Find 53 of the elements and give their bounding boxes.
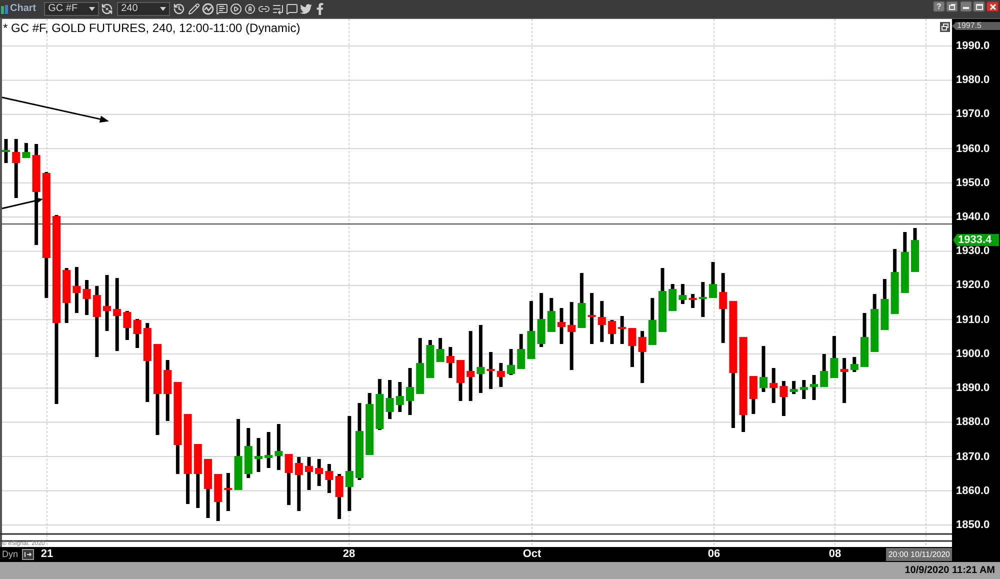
price-tick-label: 1850.0 [956,518,990,531]
price-tick-label: 1970.0 [956,108,990,120]
price-tick-label: 1920.0 [956,279,990,292]
wave-circle-icon[interactable] [202,3,214,15]
axis-mode-label: Dyn [2,549,18,560]
cursor-time-tag: 20:00 10/11/2020 [886,548,952,561]
speech-bubble-icon[interactable] [286,3,298,15]
caret-icon[interactable] [160,7,166,11]
list-icon[interactable] [272,3,284,15]
bird-icon[interactable] [300,3,312,15]
top-price-tag: 1997.5 [952,22,1000,30]
restore-icon[interactable] [940,22,950,32]
letter-a-icon[interactable] [244,3,256,15]
link-icon[interactable] [258,3,270,15]
restore-button[interactable] [946,1,958,12]
close-icon[interactable] [990,4,996,10]
chart-app-icon [1,4,8,14]
price-tick-label: 1980.0 [956,74,990,86]
last-price-tag: 1933.4 [953,234,999,246]
price-tick-label: 1860.0 [956,484,990,497]
chart-title: * GC #F, GOLD FUTURES, 240, 12:00-11:00 (Dynamic) [3,21,300,35]
price-tick-label: 1990.0 [956,40,990,52]
time-tick-label: 28 [342,548,356,561]
symbol-dropdown[interactable]: GC #F [44,2,100,16]
price-tick-label: 1890.0 [956,382,990,394]
pencil-icon[interactable] [188,3,200,15]
interval-dropdown[interactable]: 240 [117,2,170,16]
time-tick-label: 06 [708,548,720,561]
refresh-icon[interactable] [101,3,114,15]
minimize-button[interactable] [960,1,972,12]
caret-icon[interactable] [89,7,96,11]
price-tick-label: 1880.0 [956,416,990,428]
help-button[interactable]: ? [933,1,945,12]
history-icon[interactable] [173,3,186,15]
time-tick-label: 21 [40,548,54,561]
app-title: Chart [10,3,36,15]
price-tick-label: 1950.0 [956,176,990,189]
price-tick-label: 1910.0 [956,314,990,326]
status-datetime: 10/9/2020 11:21 AM [904,564,995,576]
price-tick-label: 1930.0 [956,245,990,258]
price-tick-label: 1900.0 [956,348,990,360]
time-tick-label: Oct [522,548,542,561]
price-tick-label: 1870.0 [956,450,990,463]
time-tick-label: 08 [828,548,842,561]
restore-icon[interactable] [948,4,956,10]
close-button[interactable] [986,1,999,12]
axis-mode-icon[interactable] [22,549,34,560]
play-icon[interactable] [230,3,242,15]
maximize-icon[interactable] [976,4,982,10]
maximize-button[interactable] [973,1,985,12]
text-bubble-icon[interactable] [216,3,228,15]
price-tick-label: 1940.0 [956,211,990,224]
price-tick-label: 1960.0 [956,142,990,155]
